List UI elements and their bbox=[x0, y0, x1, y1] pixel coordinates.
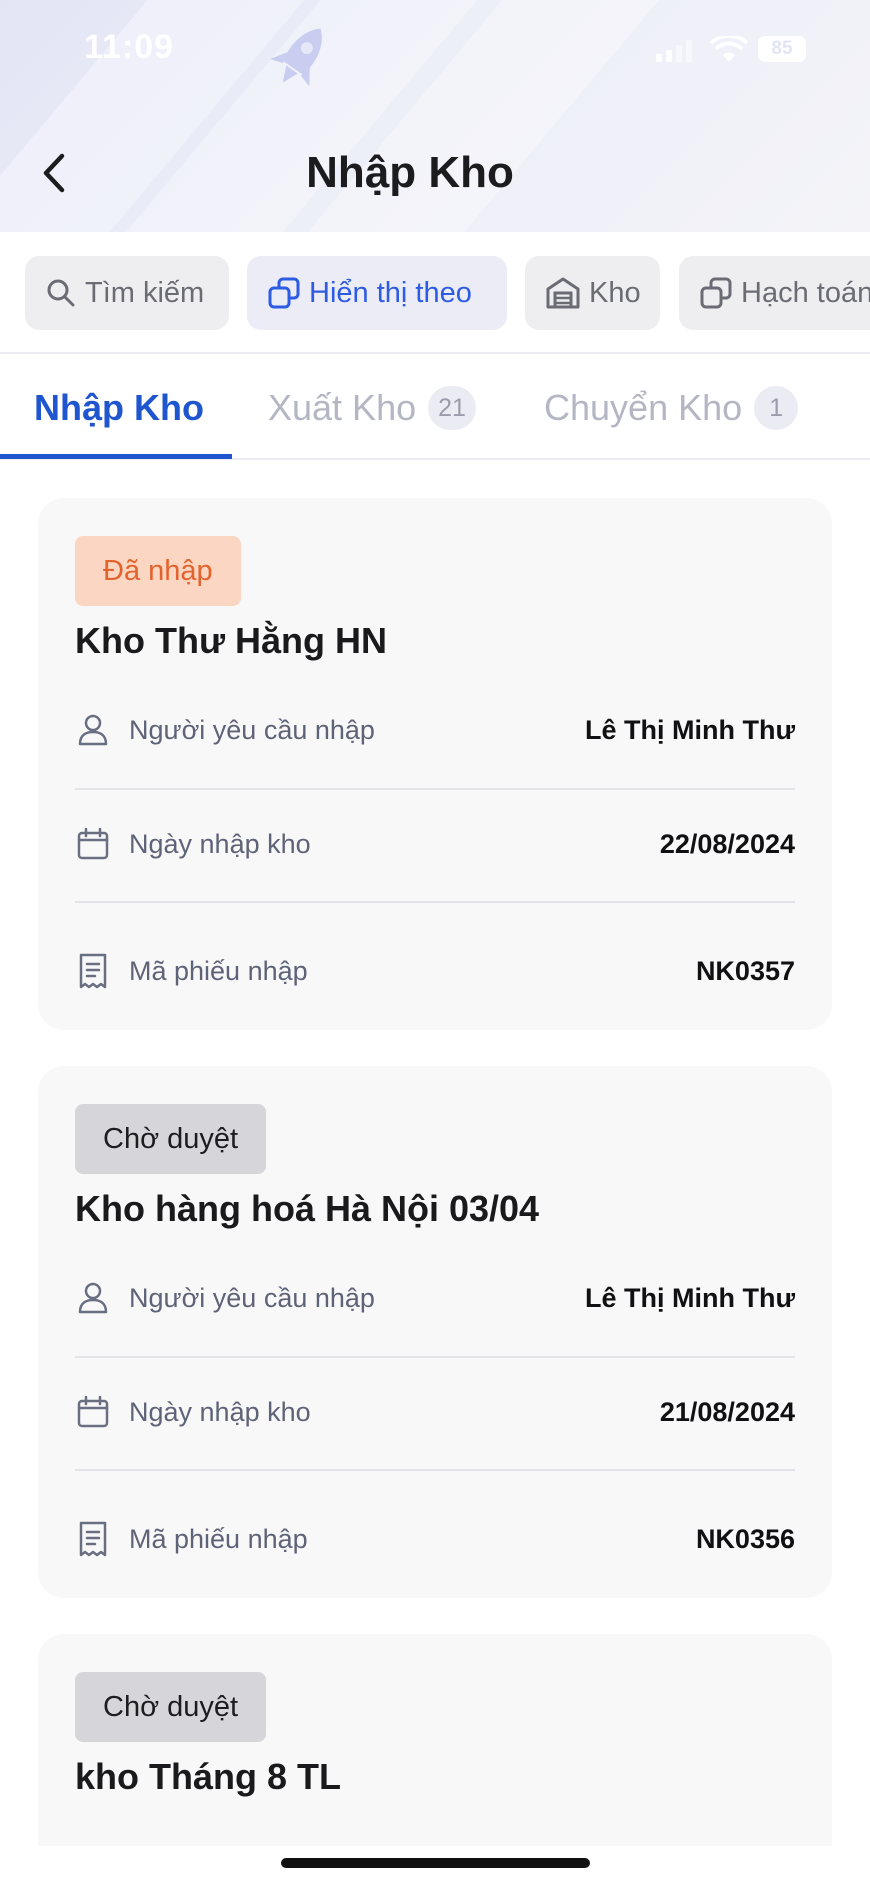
warehouse-filter-label: Kho bbox=[589, 276, 641, 309]
requester-row: Người yêu cầu nhập Lê Thị Minh Thư bbox=[75, 1258, 795, 1338]
status-badge: Chờ duyệt bbox=[75, 1672, 267, 1742]
accounting-filter-label: Hạch toán bbox=[741, 276, 870, 309]
tab-xuat-kho-label: Xuất Kho bbox=[268, 387, 417, 428]
battery-indicator: 85 bbox=[758, 36, 806, 62]
tab-nhap-kho-label: Nhập Kho bbox=[34, 387, 204, 428]
code-label: Mã phiếu nhập bbox=[129, 955, 308, 986]
tab-chuyen-kho[interactable]: Chuyển Kho 1 bbox=[544, 356, 799, 460]
receipt-card[interactable]: Chờ duyệt Kho hàng hoá Hà Nội 03/04 Ngườ… bbox=[38, 1066, 832, 1598]
copy-icon bbox=[700, 277, 732, 309]
receipt-card[interactable]: Đã nhập Kho Thư Hằng HN Người yêu cầu nh… bbox=[38, 498, 832, 1030]
calendar-icon bbox=[75, 1396, 111, 1428]
header: 11:09 85 Nhập Kho bbox=[0, 0, 870, 232]
divider bbox=[75, 901, 795, 903]
calendar-icon bbox=[75, 828, 111, 860]
wifi-icon bbox=[709, 33, 749, 69]
code-value: NK0356 bbox=[695, 1523, 795, 1554]
requester-row: Người yêu cầu nhập Lê Thị Minh Thư bbox=[75, 690, 795, 770]
requester-label: Người yêu cầu nhập bbox=[129, 714, 375, 745]
requester-label: Người yêu cầu nhập bbox=[129, 1282, 375, 1313]
display-by-filter-chip[interactable]: Hiển thị theo bbox=[247, 256, 507, 330]
tab-xuat-kho[interactable]: Xuất Kho 21 bbox=[268, 356, 476, 460]
receipt-icon bbox=[75, 953, 111, 989]
date-label: Ngày nhập kho bbox=[129, 828, 311, 859]
date-value: 22/08/2024 bbox=[659, 828, 795, 859]
receipt-card[interactable]: Chờ duyệt kho Tháng 8 TL bbox=[38, 1634, 832, 1846]
card-title: Kho hàng hoá Hà Nội 03/04 bbox=[75, 1188, 540, 1229]
receipt-icon bbox=[75, 1521, 111, 1557]
status-time: 11:09 bbox=[84, 28, 175, 66]
tab-chuyen-kho-label: Chuyển Kho bbox=[544, 387, 743, 428]
date-label: Ngày nhập kho bbox=[129, 1396, 311, 1427]
requester-value: Lê Thị Minh Thư bbox=[584, 1282, 795, 1313]
code-row: Mã phiếu nhập NK0357 bbox=[75, 931, 795, 1011]
date-row: Ngày nhập kho 21/08/2024 bbox=[75, 1372, 795, 1452]
status-bar: 11:09 85 bbox=[0, 0, 870, 100]
warehouse-filter-chip[interactable]: Kho bbox=[525, 256, 660, 330]
date-value: 21/08/2024 bbox=[659, 1396, 795, 1427]
home-indicator bbox=[281, 1858, 590, 1868]
divider bbox=[75, 1356, 795, 1358]
code-label: Mã phiếu nhập bbox=[129, 1523, 308, 1554]
tab-chuyen-kho-count: 1 bbox=[754, 386, 799, 430]
status-badge: Đã nhập bbox=[75, 536, 241, 606]
search-filter-chip[interactable]: Tìm kiếm bbox=[25, 256, 229, 330]
requester-value: Lê Thị Minh Thư bbox=[584, 714, 795, 745]
tab-bar: Nhập Kho Xuất Kho 21 Chuyển Kho 1 bbox=[0, 356, 870, 460]
tab-xuat-kho-count: 21 bbox=[428, 386, 476, 430]
divider bbox=[75, 788, 795, 790]
divider bbox=[75, 1469, 795, 1471]
accounting-filter-chip[interactable]: Hạch toán bbox=[679, 256, 870, 330]
rocket-icon bbox=[262, 18, 338, 103]
user-icon bbox=[75, 1282, 111, 1314]
code-value: NK0357 bbox=[695, 955, 795, 986]
active-tab-indicator bbox=[0, 454, 232, 459]
code-row: Mã phiếu nhập NK0356 bbox=[75, 1499, 795, 1579]
user-icon bbox=[75, 714, 111, 746]
filter-bar: Tìm kiếm Hiển thị theo Kho Hạch toán bbox=[0, 232, 870, 354]
tab-nhap-kho[interactable]: Nhập Kho bbox=[34, 356, 204, 460]
status-badge: Chờ duyệt bbox=[75, 1104, 267, 1174]
warehouse-icon bbox=[546, 277, 580, 309]
search-filter-label: Tìm kiếm bbox=[85, 276, 205, 309]
copy-icon bbox=[268, 277, 300, 309]
page-title: Nhập Kho bbox=[306, 148, 514, 197]
date-row: Ngày nhập kho 22/08/2024 bbox=[75, 804, 795, 884]
search-icon bbox=[47, 279, 75, 307]
card-title: kho Tháng 8 TL bbox=[75, 1756, 341, 1797]
cellular-signal-icon bbox=[656, 40, 696, 67]
card-title: Kho Thư Hằng HN bbox=[75, 620, 388, 661]
display-by-filter-label: Hiển thị theo bbox=[309, 276, 472, 309]
